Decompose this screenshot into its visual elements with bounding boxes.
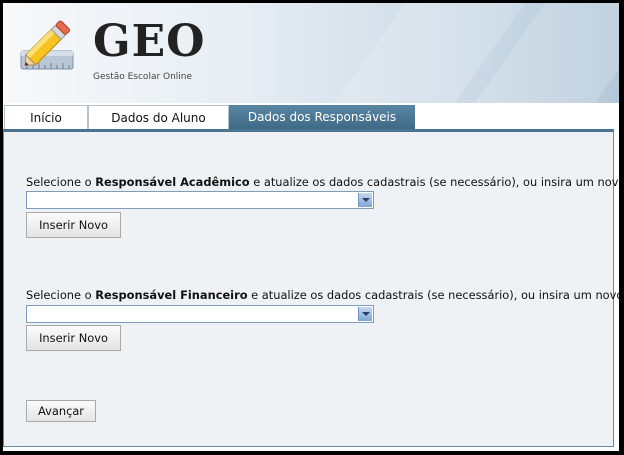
- academic-insert-new-button[interactable]: Inserir Novo: [26, 212, 121, 238]
- tab-bar: Início Dados do Aluno Dados dos Responsá…: [3, 105, 619, 129]
- brand-tagline: Gestão Escolar Online: [93, 72, 193, 82]
- academic-responsavel-select[interactable]: [26, 191, 374, 209]
- financial-insert-new-button[interactable]: Inserir Novo: [26, 325, 121, 351]
- advance-button[interactable]: Avançar: [26, 400, 96, 422]
- chevron-down-icon[interactable]: [358, 307, 372, 321]
- tab-dados-dos-responsaveis[interactable]: Dados dos Responsáveis: [229, 105, 415, 129]
- header-banner: GEO Gestão Escolar Online: [3, 3, 619, 103]
- financial-instruction: Selecione o Responsável Financeiro e atu…: [26, 288, 619, 302]
- tab-inicio[interactable]: Início: [4, 105, 88, 129]
- responsaveis-panel: Selecione o Responsável Acadêmico e atua…: [3, 129, 619, 447]
- pencil-ruler-icon: [20, 20, 74, 70]
- app-window: GEO Gestão Escolar Online Início Dados d…: [3, 3, 619, 451]
- tab-dados-do-aluno[interactable]: Dados do Aluno: [88, 105, 229, 129]
- brand-logo-text: GEO: [93, 16, 206, 67]
- financial-responsavel-select[interactable]: [26, 305, 374, 323]
- academic-instruction: Selecione o Responsável Acadêmico e atua…: [26, 175, 619, 189]
- chevron-down-icon[interactable]: [358, 193, 372, 207]
